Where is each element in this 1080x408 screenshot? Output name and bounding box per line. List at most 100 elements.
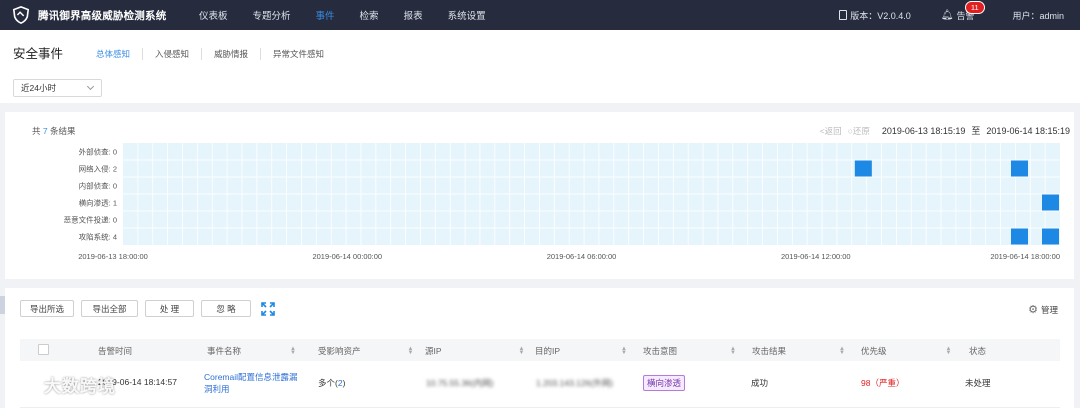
sort-icon[interactable]: ▲ ▼ bbox=[518, 346, 526, 356]
document-icon bbox=[839, 10, 848, 20]
heatmap-row-label: 攻陷系统: 4 bbox=[79, 232, 117, 242]
heatmap-cell[interactable] bbox=[1042, 228, 1059, 245]
export-all-button[interactable]: 导出全部 bbox=[81, 300, 138, 317]
chart-nav: <返回 ○还原 2019-06-13 18:15:19 至 2019-06-14… bbox=[820, 124, 1070, 137]
col-dest-ip[interactable]: 目的IP ▲ ▼ bbox=[535, 345, 628, 357]
table-row[interactable]: 2019-06-14 18:14:57 Coremail配置信息泄露漏洞利用 多… bbox=[20, 361, 1060, 408]
asset-suffix: ) bbox=[342, 378, 346, 388]
chart-reset-link[interactable]: ○还原 bbox=[848, 125, 870, 137]
cell-dest-ip[interactable]: 1.203.143.126(外网) bbox=[536, 377, 613, 389]
sort-icon[interactable]: ▲ ▼ bbox=[289, 346, 297, 356]
tab-abnormal-file[interactable]: 异常文件感知 bbox=[260, 48, 336, 60]
cell-source-ip[interactable]: 10.75.55.36(内网) bbox=[426, 377, 494, 389]
manage-columns-button[interactable]: ⚙ 管理 bbox=[1028, 303, 1058, 316]
user-menu[interactable]: 用户：admin bbox=[1012, 9, 1064, 22]
tab-intrusion[interactable]: 入侵感知 bbox=[142, 48, 201, 60]
result-prefix: 共 bbox=[32, 126, 41, 136]
time-range-value: 近24小时 bbox=[21, 83, 56, 93]
version-info: 版本：V2.0.4.0 bbox=[839, 9, 911, 22]
col-attack-result-label: 攻击结果 bbox=[752, 346, 787, 356]
heatmap-cell[interactable] bbox=[1042, 194, 1059, 211]
gear-icon: ⚙ bbox=[1028, 304, 1038, 316]
watermark-text: 大数跨境 bbox=[44, 377, 116, 396]
cell-status[interactable]: 未处理 bbox=[965, 377, 991, 389]
result-count-number: 7 bbox=[42, 126, 48, 136]
result-count: 共 7 条结果 bbox=[32, 125, 76, 137]
main-nav: 仪表板 专题分析 事件 检索 报表 系统设置 bbox=[199, 8, 511, 22]
sort-icon[interactable]: ▲ ▼ bbox=[729, 346, 737, 356]
watermark-logo-icon bbox=[8, 376, 38, 393]
fullscreen-icon[interactable] bbox=[261, 301, 275, 316]
heatmap-row-label: 横向渗透: 1 bbox=[79, 198, 117, 208]
app-logo[interactable]: 腾讯御界高级威胁检测系统 bbox=[12, 6, 197, 24]
sort-icon[interactable]: ▲ ▼ bbox=[407, 346, 415, 356]
heatmap-row-label: 内部侦查: 0 bbox=[79, 181, 117, 191]
col-source-ip-label: 源IP bbox=[425, 346, 442, 356]
nav-events[interactable]: 事件 bbox=[316, 8, 335, 22]
select-all-checkbox[interactable] bbox=[38, 344, 49, 355]
ignore-button[interactable]: 忽 略 bbox=[201, 300, 251, 317]
sort-icon[interactable]: ▲ ▼ bbox=[620, 346, 628, 356]
col-alert-time-label: 告警时间 bbox=[98, 346, 133, 356]
col-attack-intent[interactable]: 攻击意图 ▲ ▼ bbox=[643, 345, 737, 357]
asset-prefix: 多个( bbox=[318, 378, 338, 388]
sort-icon[interactable]: ▲ ▼ bbox=[945, 346, 953, 356]
cell-affected-asset: 多个(2) bbox=[318, 377, 345, 389]
col-event-name[interactable]: 事件名称 ▲ ▼ bbox=[207, 345, 297, 357]
cell-attack-result: 成功 bbox=[751, 378, 769, 388]
chevron-down-icon bbox=[86, 82, 95, 91]
heatmap-row-label: 网络入侵: 2 bbox=[79, 164, 117, 174]
event-heatmap[interactable]: 外部侦查: 0 网络入侵: 2 内部侦查: 0 横向渗透: 1 恶意文件投递: 0 攻陷系… bbox=[5, 112, 1074, 279]
heatmap-row-label: 外部侦查: 0 bbox=[79, 147, 117, 157]
nav-search[interactable]: 检索 bbox=[360, 8, 379, 22]
col-attack-result[interactable]: 攻击结果 ▲ ▼ bbox=[752, 345, 846, 357]
export-selected-button[interactable]: 导出所选 bbox=[20, 300, 74, 317]
sort-icon[interactable]: ▲ ▼ bbox=[838, 346, 846, 356]
tab-threat-intel[interactable]: 威胁情报 bbox=[201, 48, 260, 60]
shield-logo-icon bbox=[12, 6, 30, 24]
chart-back-link[interactable]: <返回 bbox=[820, 125, 842, 137]
x-tick-label: 2019-06-14 00:00:00 bbox=[312, 252, 382, 261]
col-status[interactable]: 状态 bbox=[969, 345, 986, 357]
heatmap-cell[interactable] bbox=[1010, 228, 1028, 245]
col-affected-asset[interactable]: 受影响资产 ▲ ▼ bbox=[318, 345, 415, 357]
heatmap-cell[interactable] bbox=[854, 160, 872, 177]
nav-dashboard[interactable]: 仪表板 bbox=[199, 8, 228, 22]
table-header: 告警时间 事件名称 ▲ ▼ 受影响资产 ▲ ▼ 源IP ▲ ▼ 目的IP ▲ ▼ 攻击意图 ▲ ▼ … bbox=[20, 339, 1060, 361]
nav-system-settings[interactable]: 系统设置 bbox=[448, 8, 486, 22]
watermark: 大数跨境 bbox=[6, 372, 116, 397]
nav-reports[interactable]: 报表 bbox=[404, 8, 423, 22]
col-attack-intent-label: 攻击意图 bbox=[643, 346, 678, 356]
timeline-panel: 外部侦查: 0 网络入侵: 2 内部侦查: 0 横向渗透: 1 恶意文件投递: 0 攻陷系… bbox=[5, 112, 1074, 279]
x-tick-label: 2019-06-14 06:00:00 bbox=[547, 252, 617, 261]
manage-label: 管理 bbox=[1040, 304, 1058, 315]
col-alert-time[interactable]: 告警时间 bbox=[98, 345, 132, 357]
page-header: 安全事件 总体感知 入侵感知 威胁情报 异常文件感知 近24小时 bbox=[0, 30, 1080, 103]
tab-overall[interactable]: 总体感知 bbox=[96, 48, 142, 60]
result-suffix: 条结果 bbox=[50, 126, 76, 136]
cell-priority: 98（严重） bbox=[861, 378, 905, 388]
alarm-count-badge: 11 bbox=[964, 0, 985, 14]
side-collapse-handle[interactable] bbox=[0, 296, 5, 314]
app-title: 腾讯御界高级威胁检测系统 bbox=[38, 9, 167, 22]
top-nav-bar: 腾讯御界高级威胁检测系统 仪表板 专题分析 事件 检索 报表 系统设置 版本：V… bbox=[0, 0, 1080, 30]
col-source-ip[interactable]: 源IP ▲ ▼ bbox=[425, 345, 526, 357]
nav-topic-analysis[interactable]: 专题分析 bbox=[253, 8, 291, 22]
heatmap-row-label: 恶意文件投递: 0 bbox=[64, 215, 117, 225]
col-status-label: 状态 bbox=[969, 346, 987, 356]
time-range-end: 2019-06-14 18:15:19 bbox=[986, 125, 1070, 136]
col-dest-ip-label: 目的IP bbox=[535, 346, 561, 356]
col-priority[interactable]: 优先级 ▲ ▼ bbox=[861, 345, 953, 357]
time-range-start: 2019-06-13 18:15:19 bbox=[881, 125, 966, 136]
time-range-select[interactable]: 近24小时 bbox=[13, 79, 102, 97]
bell-icon: 🔔︎ bbox=[940, 9, 954, 21]
intent-tag: 横向渗透 bbox=[643, 375, 686, 391]
col-affected-asset-label: 受影响资产 bbox=[318, 346, 361, 356]
version-label: 版本：V2.0.4.0 bbox=[850, 10, 911, 21]
heatmap-cell[interactable] bbox=[1010, 160, 1028, 177]
alarm-button[interactable]: 🔔︎ 告警 11 bbox=[940, 0, 985, 22]
x-tick-label: 2019-06-14 12:00:00 bbox=[781, 252, 851, 261]
cell-event-name[interactable]: Coremail配置信息泄露漏洞利用 bbox=[204, 371, 300, 395]
handle-button[interactable]: 处 理 bbox=[145, 300, 194, 317]
x-tick-label: 2019-06-14 18:00:00 bbox=[990, 252, 1060, 261]
